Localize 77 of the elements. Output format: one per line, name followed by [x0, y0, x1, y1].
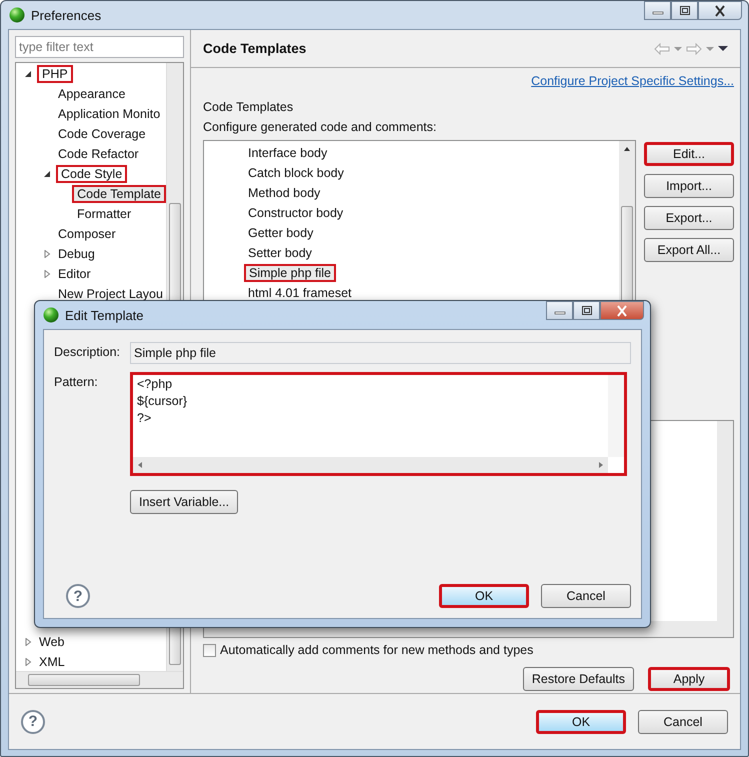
close-icon [615, 304, 629, 316]
insert-variable-button[interactable]: Insert Variable... [130, 490, 238, 514]
help-icon[interactable]: ? [21, 710, 45, 734]
back-arrow-icon[interactable] [654, 42, 670, 54]
dialog-title: Edit Template [65, 308, 144, 322]
section-description: Configure generated code and comments: [203, 120, 438, 134]
page-title: Code Templates [203, 41, 306, 56]
side-button[interactable]: Import... [644, 174, 734, 198]
tree-item[interactable]: Appearance [56, 86, 128, 102]
horizontal-scrollbar[interactable] [133, 457, 608, 473]
restore-icon [580, 306, 592, 316]
restore-defaults-button[interactable]: Restore Defaults [522, 667, 634, 691]
window-title: Preferences [31, 8, 102, 22]
dropdown-icon[interactable] [706, 46, 714, 52]
expanded-arrow-icon[interactable] [43, 170, 51, 178]
template-item[interactable]: Setter body [244, 245, 316, 261]
tree-item[interactable]: XML [37, 654, 67, 670]
tree-item[interactable]: Web [37, 634, 66, 650]
tree-item[interactable]: Code Refactor [56, 146, 141, 162]
tree-item[interactable]: Formatter [75, 206, 134, 222]
side-button[interactable]: Edit... [644, 142, 734, 166]
maximize-button[interactable] [573, 301, 600, 320]
maximize-button[interactable] [671, 1, 698, 20]
tree-item[interactable]: Composer [56, 226, 118, 242]
restore-icon [678, 6, 690, 16]
forward-arrow-icon[interactable] [686, 42, 702, 54]
collapsed-arrow-icon[interactable] [24, 638, 32, 646]
close-icon [713, 4, 727, 16]
template-item[interactable]: Getter body [244, 225, 318, 241]
vertical-scrollbar[interactable] [608, 375, 624, 457]
vertical-scrollbar[interactable] [717, 421, 733, 621]
side-button[interactable]: Export... [644, 206, 734, 230]
template-item[interactable]: Simple php file [244, 264, 336, 282]
tree-item[interactable]: Editor [56, 266, 93, 282]
horizontal-scrollbar[interactable] [16, 671, 183, 688]
tree-item[interactable]: Application Monito [56, 106, 162, 122]
description-field[interactable]: Simple php file [130, 342, 631, 364]
collapsed-arrow-icon[interactable] [24, 658, 32, 666]
tree-item[interactable]: Debug [56, 246, 97, 262]
close-button[interactable] [698, 1, 742, 20]
ok-button[interactable]: OK [536, 710, 626, 734]
code-line: ?> [137, 411, 152, 427]
tree-item[interactable]: Code Style [56, 165, 128, 183]
view-menu-icon[interactable] [718, 45, 728, 52]
checkbox[interactable] [203, 644, 216, 656]
collapsed-arrow-icon[interactable] [43, 250, 51, 258]
template-item[interactable]: Interface body [244, 145, 332, 161]
app-icon [9, 7, 25, 23]
filter-field[interactable]: type filter text [15, 36, 184, 58]
tree-item[interactable]: Code Coverage [56, 126, 148, 142]
app-icon [43, 307, 59, 323]
section-heading: Code Templates [203, 100, 294, 114]
tree-item[interactable]: Code Template [72, 185, 166, 203]
pattern-label: Pattern: [54, 374, 99, 391]
checkbox-label: Automatically add comments for new methods and types [220, 643, 534, 657]
dropdown-icon[interactable] [674, 46, 682, 52]
side-button[interactable]: Export All... [644, 238, 734, 262]
code-line: <?php [137, 377, 174, 393]
template-item[interactable]: html 4.01 frameset [244, 285, 356, 301]
pattern-field[interactable]: <?php ${cursor} ?> [130, 372, 627, 476]
ok-button[interactable]: OK [439, 584, 529, 608]
help-icon[interactable]: ? [66, 584, 90, 608]
template-item[interactable]: Catch block body [244, 165, 348, 181]
expanded-arrow-icon[interactable] [24, 70, 32, 78]
template-item[interactable]: Constructor body [244, 205, 348, 221]
project-settings-link[interactable]: Configure Project Specific Settings... [531, 74, 734, 88]
collapsed-arrow-icon[interactable] [43, 270, 51, 278]
minimize-button[interactable] [644, 1, 671, 20]
tree-item[interactable]: New Project Layou [56, 286, 165, 302]
cancel-button[interactable]: Cancel [638, 710, 728, 734]
code-line: ${cursor} [137, 394, 188, 410]
minimize-button[interactable] [546, 301, 573, 320]
tree-item[interactable]: PHP [37, 65, 73, 83]
description-label: Description: [54, 344, 121, 361]
template-item[interactable]: Method body [244, 185, 324, 201]
cancel-button[interactable]: Cancel [541, 584, 631, 608]
apply-button[interactable]: Apply [648, 667, 730, 691]
